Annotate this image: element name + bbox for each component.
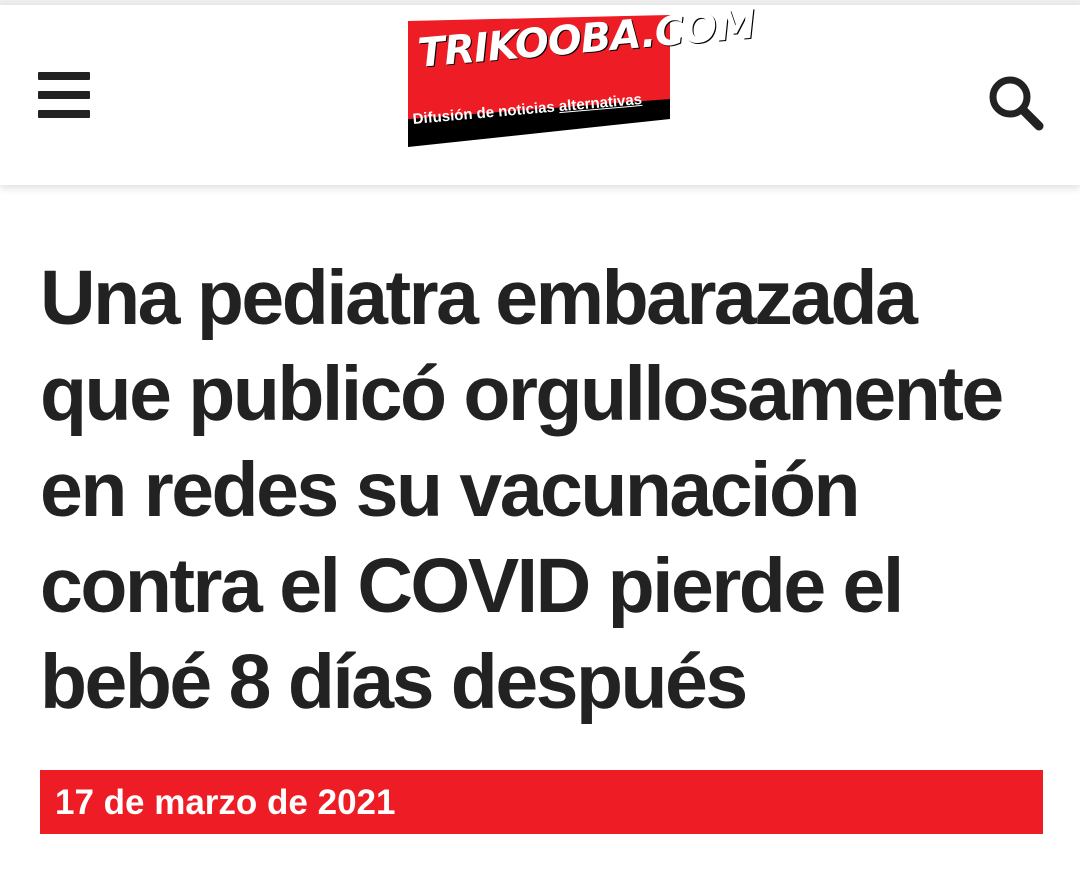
- article-date: 17 de marzo de 2021: [55, 783, 396, 822]
- hamburger-menu-icon[interactable]: [38, 72, 90, 118]
- site-logo[interactable]: TRIKOOBA.COM Difusión de noticias altern…: [408, 2, 757, 147]
- article-headline: Una pediatra embarazada que publicó orgu…: [40, 255, 1004, 725]
- search-icon[interactable]: [986, 73, 1046, 133]
- date-banner: 17 de marzo de 2021: [40, 770, 1043, 834]
- site-header: TRIKOOBA.COM Difusión de noticias altern…: [0, 2, 1080, 185]
